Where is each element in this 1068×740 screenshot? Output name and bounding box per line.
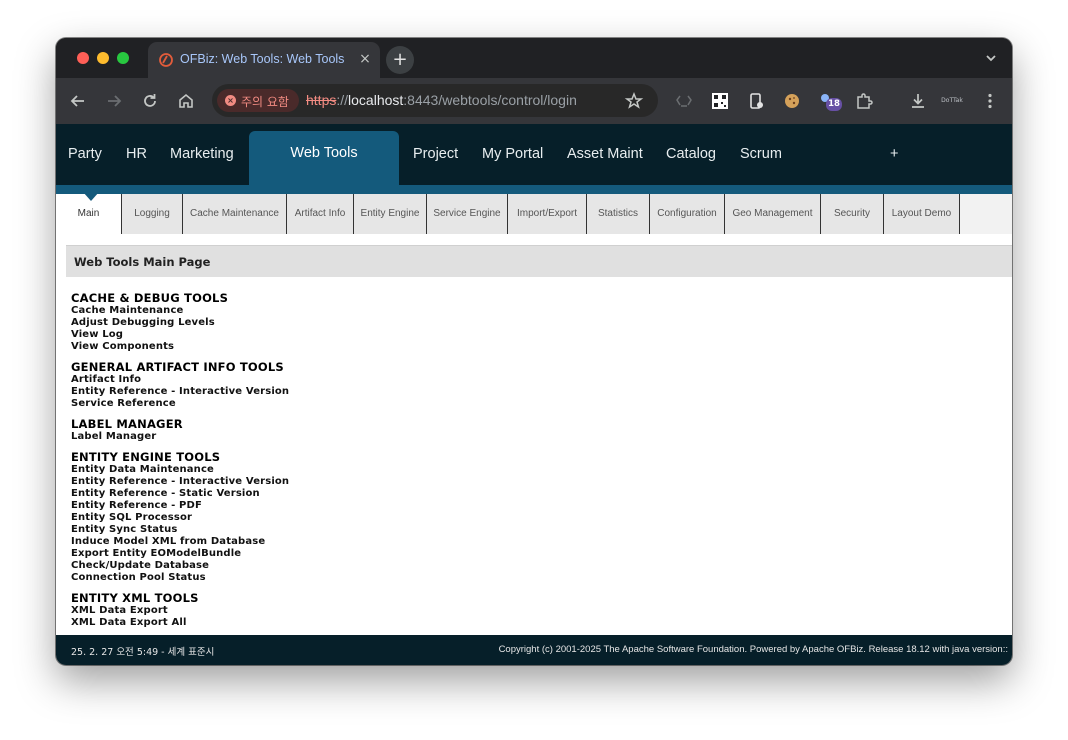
security-warning-chip[interactable]: × 주의 요함: [217, 89, 299, 112]
tool-link[interactable]: Artifact Info: [71, 374, 771, 386]
section-title: GENERAL ARTIFACT INFO TOOLS: [71, 360, 284, 374]
tool-section: LABEL MANAGER Label Manager: [71, 418, 771, 443]
sub-tab-configuration[interactable]: Configuration: [650, 194, 725, 234]
app-nav-bar: Party HR Marketing Web Tools Project My …: [56, 124, 1012, 185]
bookmark-star-icon[interactable]: [624, 91, 644, 111]
tool-section: GENERAL ARTIFACT INFO TOOLS Artifact Info…: [71, 361, 771, 410]
tool-link[interactable]: Label Manager: [71, 431, 771, 443]
web-page: Party HR Marketing Web Tools Project My …: [56, 124, 1012, 665]
sub-tab-service-engine[interactable]: Service Engine: [427, 194, 508, 234]
section-title: ENTITY ENGINE TOOLS: [71, 450, 221, 464]
sub-tab-cache-maintenance[interactable]: Cache Maintenance: [183, 194, 287, 234]
tab-title: OFBiz: Web Tools: Web Tools: [180, 52, 344, 66]
sub-tab-entity-engine[interactable]: Entity Engine: [354, 194, 427, 234]
new-tab-button[interactable]: +: [386, 46, 414, 74]
tool-link[interactable]: Entity SQL Processor: [71, 512, 771, 524]
app-nav-web-tools[interactable]: Web Tools: [249, 131, 399, 185]
download-icon[interactable]: [908, 91, 928, 111]
url-separator: ://: [336, 92, 349, 108]
tool-section: CACHE & DEBUG TOOLS Cache Maintenance Adju…: [71, 292, 771, 353]
tool-link[interactable]: View Log: [71, 329, 771, 341]
sub-nav-bar: Main Logging Cache Maintenance Artifact …: [56, 194, 1012, 235]
app-nav-marketing[interactable]: Marketing: [170, 146, 234, 162]
address-bar[interactable]: × 주의 요함 https://localhost:8443/webtools/…: [212, 84, 658, 117]
panel-title: Web Tools Main Page: [74, 255, 211, 269]
nav-accent-bar: [56, 185, 1012, 194]
tool-link[interactable]: Check/Update Database: [71, 560, 771, 572]
tab-strip: OFBiz: Web Tools: Web Tools × +: [56, 38, 1012, 78]
app-nav-project[interactable]: Project: [413, 146, 458, 162]
app-nav-active-label: Web Tools: [290, 145, 358, 161]
tool-link[interactable]: XML Data Export: [71, 605, 771, 617]
page-footer: 25. 2. 27 오전 5:49 - 세계 표준시 Copyright (c)…: [56, 635, 1012, 665]
section-title: ENTITY XML TOOLS: [71, 591, 199, 605]
close-window-button[interactable]: [77, 52, 89, 64]
kebab-menu-icon[interactable]: [980, 91, 1000, 111]
tool-link[interactable]: Connection Pool Status: [71, 572, 771, 584]
app-nav-party[interactable]: Party: [68, 146, 102, 162]
tool-link[interactable]: Entity Reference - PDF: [71, 500, 771, 512]
tool-link[interactable]: Adjust Debugging Levels: [71, 317, 771, 329]
tool-link[interactable]: Entity Reference - Interactive Version: [71, 386, 771, 398]
sub-tab-artifact-info[interactable]: Artifact Info: [287, 194, 354, 234]
sub-tab-geo-management[interactable]: Geo Management: [725, 194, 821, 234]
recycle-extension-icon[interactable]: [674, 91, 694, 111]
app-nav-add-button[interactable]: +: [890, 146, 898, 162]
security-warning-label: 주의 요함: [241, 95, 289, 109]
back-arrow-icon[interactable]: [68, 91, 88, 111]
tool-link[interactable]: Entity Sync Status: [71, 524, 771, 536]
tool-link[interactable]: Service Reference: [71, 398, 771, 410]
chevron-down-icon[interactable]: [982, 49, 1000, 67]
browser-window: OFBiz: Web Tools: Web Tools × + × 주의 요함 …: [56, 38, 1012, 665]
ofbiz-favicon-icon: [159, 53, 173, 67]
warning-icon: ×: [225, 95, 236, 106]
browser-toolbar: × 주의 요함 https://localhost:8443/webtools/…: [56, 78, 1012, 124]
tool-sections: CACHE & DEBUG TOOLS Cache Maintenance Adju…: [71, 292, 771, 637]
tool-section: ENTITY XML TOOLS XML Data Export XML Data …: [71, 592, 771, 629]
browser-tab[interactable]: OFBiz: Web Tools: Web Tools ×: [148, 42, 380, 78]
sub-tab-statistics[interactable]: Statistics: [587, 194, 650, 234]
reload-icon[interactable]: [140, 91, 160, 111]
section-title: CACHE & DEBUG TOOLS: [71, 291, 229, 305]
home-icon[interactable]: [176, 91, 196, 111]
tool-link[interactable]: Cache Maintenance: [71, 305, 771, 317]
cookie-icon[interactable]: [782, 91, 802, 111]
footer-copyright: Copyright (c) 2001-2025 The Apache Softw…: [498, 644, 1008, 655]
active-tab-notch: [83, 192, 99, 201]
tool-link[interactable]: View Components: [71, 341, 771, 353]
minimize-window-button[interactable]: [97, 52, 109, 64]
url-scheme: https: [306, 92, 337, 108]
url-text[interactable]: https://localhost:8443/webtools/control/…: [306, 92, 577, 108]
tool-section: ENTITY ENGINE TOOLS Entity Data Maintenan…: [71, 451, 771, 584]
app-nav-hr[interactable]: HR: [126, 146, 147, 162]
maximize-window-button[interactable]: [117, 52, 129, 64]
forward-arrow-icon[interactable]: [104, 91, 124, 111]
footer-timestamp: 25. 2. 27 오전 5:49 - 세계 표준시: [71, 647, 215, 658]
puzzle-extensions-icon[interactable]: [854, 91, 874, 111]
tool-link[interactable]: Export Entity EOModelBundle: [71, 548, 771, 560]
sub-tab-logging[interactable]: Logging: [121, 194, 183, 234]
extension-count-badge: 18: [826, 98, 842, 111]
tool-link[interactable]: Entity Reference - Static Version: [71, 488, 771, 500]
panel-header: Web Tools Main Page: [66, 245, 1012, 277]
qr-code-icon[interactable]: [710, 91, 730, 111]
app-nav-my-portal[interactable]: My Portal: [482, 146, 543, 162]
tool-link[interactable]: XML Data Export All: [71, 617, 771, 629]
sub-tab-security[interactable]: Security: [821, 194, 884, 234]
app-nav-asset-maint[interactable]: Asset Maint: [567, 146, 643, 162]
tool-link[interactable]: Entity Data Maintenance: [71, 464, 771, 476]
tool-link[interactable]: Induce Model XML from Database: [71, 536, 771, 548]
app-nav-scrum[interactable]: Scrum: [740, 146, 782, 162]
tab-close-icon[interactable]: ×: [356, 50, 374, 68]
dottak-extension-button[interactable]: DoTTak: [938, 95, 966, 107]
phone-extension-icon[interactable]: [746, 91, 766, 111]
app-nav-catalog[interactable]: Catalog: [666, 146, 716, 162]
sub-tab-layout-demo[interactable]: Layout Demo: [884, 194, 960, 234]
url-path: :8443/webtools/control/login: [403, 92, 577, 108]
sub-tab-import-export[interactable]: Import/Export: [508, 194, 587, 234]
url-host: localhost: [348, 92, 404, 108]
tool-link[interactable]: Entity Reference - Interactive Version: [71, 476, 771, 488]
section-title: LABEL MANAGER: [71, 417, 183, 431]
